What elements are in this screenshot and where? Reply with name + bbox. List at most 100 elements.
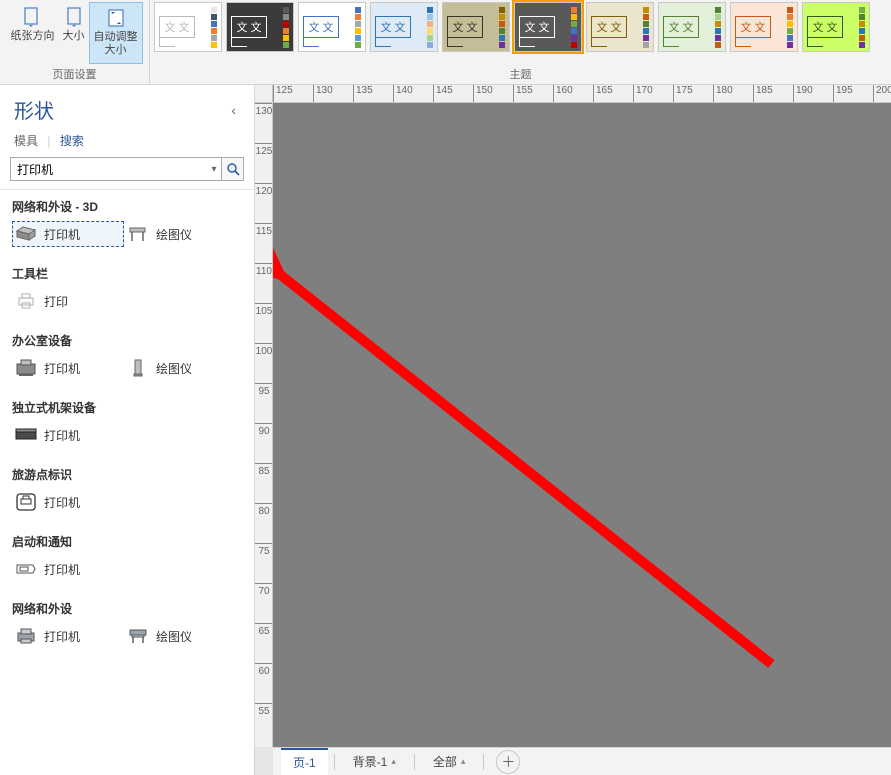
shape-section: 工具栏打印 <box>12 265 242 314</box>
collapse-shapes-icon[interactable]: ‹ <box>227 98 240 122</box>
theme-swatch-8[interactable]: 文 文 <box>730 2 798 52</box>
v-tick: 55 <box>255 703 273 715</box>
shape-item-label: 打印 <box>44 293 68 310</box>
h-tick: 155 <box>513 85 533 103</box>
page-tab-sep-2 <box>414 754 415 770</box>
shape-item-rack-printer[interactable]: 打印机 <box>12 422 124 448</box>
theme-swatch-5[interactable]: 文 文 <box>514 2 582 52</box>
shape-grid: 打印机 绘图仪 <box>12 355 242 381</box>
ribbon: 纸张方向 大小 自动调整 大小 页面设置 文 文文 文文 文文 文文 <box>0 0 891 85</box>
shape-section-title: 工具栏 <box>12 265 242 282</box>
page-setup-group-label: 页面设置 <box>4 64 145 84</box>
page-tab-1-label: 页-1 <box>293 754 316 771</box>
shape-search-box: ▾ <box>10 157 222 181</box>
theme-swatch-text: 文 文 <box>591 16 627 38</box>
shape-item-plotter-3d[interactable]: 绘图仪 <box>124 221 236 247</box>
search-dropdown-icon[interactable]: ▾ <box>207 158 221 180</box>
shape-item-label: 打印机 <box>44 226 80 243</box>
page-tabs-bar: 页-1 背景-1▴ 全部▴ ＋ <box>273 747 891 775</box>
search-go-button[interactable] <box>222 157 244 181</box>
h-tick: 130 <box>313 85 333 103</box>
theme-swatch-9[interactable]: 文 文 <box>802 2 870 52</box>
shape-item-toolbar-print[interactable]: 打印 <box>12 288 124 314</box>
tab-separator: | <box>47 134 50 148</box>
page-tab-all-label: 全部 <box>433 753 457 770</box>
shape-item-label: 打印机 <box>44 360 80 377</box>
h-tick: 185 <box>753 85 773 103</box>
shapes-panel-title: 形状 <box>14 95 54 124</box>
theme-swatch-7[interactable]: 文 文 <box>658 2 726 52</box>
add-page-button[interactable]: ＋ <box>496 750 520 774</box>
h-tick: 195 <box>833 85 853 103</box>
drawing-canvas[interactable] <box>273 103 891 747</box>
startup-printer-icon <box>14 559 38 579</box>
shape-section: 网络和外设打印机 绘图仪 <box>12 600 242 649</box>
plotter-3d-icon <box>126 224 150 244</box>
h-tick: 145 <box>433 85 453 103</box>
theme-swatch-text: 文 文 <box>231 16 267 38</box>
printer-3d-icon <box>14 224 38 244</box>
shape-section-title: 办公室设备 <box>12 332 242 349</box>
size-button[interactable]: 大小 <box>59 2 89 64</box>
h-tick: 200 <box>873 85 891 103</box>
shape-item-net-printer[interactable]: 打印机 <box>12 623 124 649</box>
theme-swatch-4[interactable]: 文 文 <box>442 2 510 52</box>
theme-swatch-corner <box>159 37 175 47</box>
theme-swatch-palette <box>787 7 793 48</box>
shape-item-office-plotter[interactable]: 绘图仪 <box>124 355 236 381</box>
theme-swatch-corner <box>735 37 751 47</box>
shape-search-input[interactable] <box>11 158 207 180</box>
page-tab-background[interactable]: 背景-1▴ <box>341 749 408 774</box>
theme-swatch-3[interactable]: 文 文 <box>370 2 438 52</box>
theme-swatch-corner <box>807 37 823 47</box>
theme-swatch-text: 文 文 <box>519 16 555 38</box>
shape-item-startup-printer[interactable]: 打印机 <box>12 556 124 582</box>
shapes-tabs: 模具 | 搜索 <box>0 128 254 157</box>
v-tick: 105 <box>255 303 273 315</box>
shape-item-office-printer[interactable]: 打印机 <box>12 355 124 381</box>
vertical-ruler[interactable]: 130125120115110105100959085807570656055 <box>255 103 273 747</box>
h-tick: 160 <box>553 85 573 103</box>
page-tab-sep-1 <box>334 754 335 770</box>
tab-search[interactable]: 搜索 <box>60 134 84 148</box>
v-tick: 120 <box>255 183 273 195</box>
shape-section: 办公室设备打印机 绘图仪 <box>12 332 242 381</box>
v-tick: 130 <box>255 103 273 115</box>
v-tick: 100 <box>255 343 273 355</box>
shape-section: 网络和外设 - 3D打印机绘图仪 <box>12 198 242 247</box>
shape-item-net-plotter[interactable]: 绘图仪 <box>124 623 236 649</box>
h-tick: 170 <box>633 85 653 103</box>
shape-grid: 打印机 <box>12 489 242 515</box>
theme-swatch-corner <box>231 37 247 47</box>
v-tick: 90 <box>255 423 273 435</box>
annotation-arrow <box>273 103 891 747</box>
net-printer-icon <box>14 626 38 646</box>
v-tick: 80 <box>255 503 273 515</box>
horizontal-ruler[interactable]: 1251301351401451501551601651701751801851… <box>273 85 891 103</box>
theme-swatch-text: 文 文 <box>375 16 411 38</box>
shape-item-printer-3d[interactable]: 打印机 <box>12 221 124 247</box>
theme-swatch-6[interactable]: 文 文 <box>586 2 654 52</box>
canvas-area: 1251301351401451501551601651701751801851… <box>255 85 891 775</box>
theme-swatch-0[interactable]: 文 文 <box>154 2 222 52</box>
shape-item-poi-printer[interactable]: 打印机 <box>12 489 124 515</box>
theme-swatch-1[interactable]: 文 文 <box>226 2 294 52</box>
shape-item-label: 绘图仪 <box>156 628 192 645</box>
toolbar-print-icon <box>14 291 38 311</box>
size-icon <box>63 4 85 30</box>
theme-swatch-text: 文 文 <box>735 16 771 38</box>
theme-swatch-2[interactable]: 文 文 <box>298 2 366 52</box>
ribbon-group-page-setup: 纸张方向 大小 自动调整 大小 页面设置 <box>0 0 150 84</box>
h-tick: 150 <box>473 85 493 103</box>
h-tick: 165 <box>593 85 613 103</box>
orientation-button[interactable]: 纸张方向 <box>7 2 59 64</box>
page-tab-1[interactable]: 页-1 <box>281 748 328 775</box>
orientation-icon <box>22 4 44 30</box>
page-tab-all[interactable]: 全部▴ <box>421 749 478 774</box>
shape-section-title: 网络和外设 <box>12 600 242 617</box>
theme-swatch-corner <box>591 37 607 47</box>
tab-stencils[interactable]: 模具 <box>14 134 38 148</box>
theme-swatch-palette <box>499 7 505 48</box>
autofit-button[interactable]: 自动调整 大小 <box>89 2 143 64</box>
theme-swatch-corner <box>303 37 319 47</box>
